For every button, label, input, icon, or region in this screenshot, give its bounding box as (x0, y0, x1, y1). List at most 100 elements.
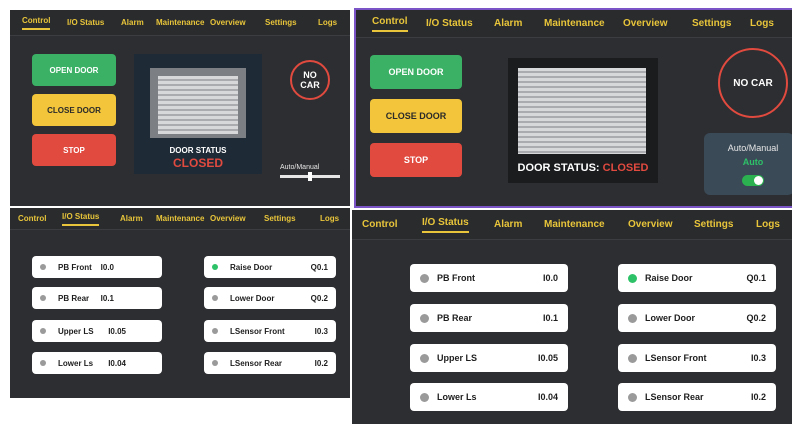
io-address: I0.2 (314, 358, 328, 368)
tab-control[interactable]: Control (362, 219, 398, 230)
io-name: Raise Door (645, 273, 693, 283)
tab-overview[interactable]: Overview (210, 214, 246, 223)
tab-bar: Control I/O Status Alarm Maintenance Ove… (356, 10, 792, 38)
status-led-icon (40, 328, 46, 334)
door-status-line: DOOR STATUS: CLOSED (508, 162, 658, 174)
io-item-pb-rear: PB Rear I0.1 (32, 287, 162, 309)
tab-settings[interactable]: Settings (265, 18, 297, 27)
tab-maintenance[interactable]: Maintenance (156, 214, 204, 223)
tab-overview[interactable]: Overview (628, 219, 672, 230)
tab-control[interactable]: Control (18, 214, 46, 223)
status-led-icon (420, 313, 429, 323)
tab-settings[interactable]: Settings (694, 219, 733, 230)
status-led-icon (212, 295, 218, 301)
door-status-prefix: DOOR STATUS: (517, 162, 603, 174)
io-item-pb-rear: PB Rear I0.1 (410, 304, 568, 332)
door-status-value: CLOSED (602, 162, 649, 174)
io-address: I0.04 (537, 392, 558, 402)
io-item-lsensor-front: LSensor Front I0.3 (204, 320, 336, 342)
garage-door-icon (518, 68, 646, 154)
tab-logs[interactable]: Logs (756, 219, 780, 230)
tab-logs[interactable]: Logs (750, 18, 774, 29)
io-name: Lower Door (645, 313, 696, 323)
status-led-icon (40, 360, 46, 366)
io-address: I0.3 (314, 326, 328, 336)
control-panel-small: Control I/O Status Alarm Maintenance Ove… (10, 10, 350, 206)
tab-control[interactable]: Control (372, 16, 408, 32)
io-address: Q0.1 (746, 273, 766, 283)
tab-maintenance[interactable]: Maintenance (156, 18, 204, 27)
status-led-icon (40, 295, 46, 301)
tab-alarm[interactable]: Alarm (494, 18, 522, 29)
tab-io-status[interactable]: I/O Status (62, 212, 100, 226)
mode-control: Auto/Manual Auto (704, 133, 792, 195)
tab-maintenance[interactable]: Maintenance (544, 219, 605, 230)
tab-alarm[interactable]: Alarm (121, 18, 144, 27)
io-item-raise-door: Raise Door Q0.1 (204, 256, 336, 278)
tab-io-status[interactable]: I/O Status (422, 217, 469, 233)
mode-label: Auto/Manual (727, 143, 779, 153)
tab-maintenance[interactable]: Maintenance (544, 18, 605, 29)
toggle-knob (754, 176, 763, 185)
status-led-icon (420, 273, 429, 283)
status-led-icon (420, 353, 429, 363)
status-led-icon (628, 392, 637, 402)
door-status-value: CLOSED (172, 156, 223, 170)
io-name: LSensor Front (645, 353, 707, 363)
mode-slider-handle[interactable] (308, 172, 312, 181)
status-led-icon (420, 392, 429, 402)
io-name: Lower Door (230, 293, 275, 303)
io-item-lower-ls: Lower Ls I0.04 (32, 352, 162, 374)
tab-overview[interactable]: Overview (623, 18, 667, 29)
io-address: I0.0 (100, 262, 114, 272)
tab-overview[interactable]: Overview (210, 18, 246, 27)
garage-door-icon (158, 76, 238, 134)
tab-bar: Control I/O Status Alarm Maintenance Ove… (10, 10, 350, 36)
tab-logs[interactable]: Logs (320, 214, 339, 223)
io-name: Lower Ls (58, 358, 94, 368)
io-name: PB Front (437, 273, 475, 283)
tab-settings[interactable]: Settings (692, 18, 731, 29)
io-address: Q0.1 (310, 262, 328, 272)
io-item-upper-ls: Upper LS I0.05 (410, 344, 568, 372)
tab-alarm[interactable]: Alarm (494, 219, 522, 230)
io-name: LSensor Front (230, 326, 285, 336)
tab-bar: Control I/O Status Alarm Maintenance Ove… (352, 210, 792, 240)
tab-alarm[interactable]: Alarm (120, 214, 143, 223)
io-status-panel-large: Control I/O Status Alarm Maintenance Ove… (352, 210, 792, 424)
door-visual: DOOR STATUS CLOSED (134, 54, 262, 174)
mode-label: Auto/Manual (280, 164, 320, 171)
io-item-upper-ls: Upper LS I0.05 (32, 320, 162, 342)
open-door-button[interactable]: OPEN DOOR (370, 55, 462, 89)
io-address: I0.05 (108, 326, 126, 336)
io-item-pb-front: PB Front I0.0 (32, 256, 162, 278)
io-address: I0.1 (100, 293, 114, 303)
stop-button[interactable]: STOP (370, 143, 462, 177)
io-address: I0.0 (542, 273, 558, 283)
io-name: LSensor Rear (645, 392, 704, 402)
door-status-caption: DOOR STATUS (169, 146, 227, 155)
close-door-button[interactable]: CLOSE DOOR (370, 99, 462, 133)
io-address: Q0.2 (310, 293, 328, 303)
io-item-lower-door: Lower Door Q0.2 (204, 287, 336, 309)
stop-button[interactable]: STOP (32, 134, 116, 166)
status-led-icon (628, 273, 637, 283)
tab-settings[interactable]: Settings (264, 214, 296, 223)
tab-control[interactable]: Control (22, 16, 51, 30)
car-indicator: NO CAR (290, 60, 330, 100)
control-panel-large: Control I/O Status Alarm Maintenance Ove… (354, 8, 792, 208)
status-led-icon (628, 353, 637, 363)
mode-toggle[interactable] (742, 175, 764, 186)
open-door-button[interactable]: OPEN DOOR (32, 54, 116, 86)
status-led-icon (212, 264, 218, 270)
io-name: PB Rear (58, 293, 90, 303)
tab-logs[interactable]: Logs (318, 18, 337, 27)
tab-io-status[interactable]: I/O Status (67, 18, 104, 27)
close-door-button[interactable]: CLOSE DOOR (32, 94, 116, 126)
status-led-icon (212, 360, 218, 366)
io-item-lower-door: Lower Door Q0.2 (618, 304, 776, 332)
mode-control: Auto/Manual (278, 160, 342, 184)
io-name: PB Front (58, 262, 92, 272)
tab-io-status[interactable]: I/O Status (426, 18, 473, 29)
io-item-lsensor-rear: LSensor Rear I0.2 (204, 352, 336, 374)
